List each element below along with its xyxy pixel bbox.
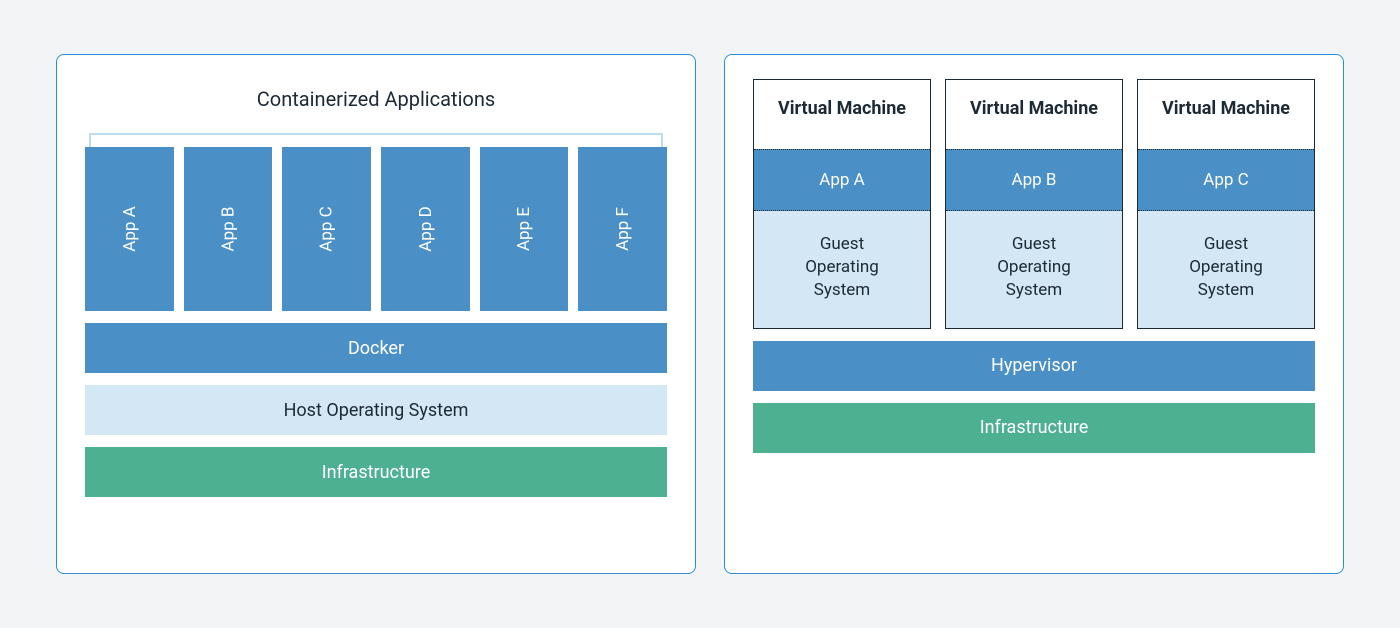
vm-title: Virtual Machine bbox=[754, 80, 930, 149]
vm-box: Virtual Machine App C GuestOperatingSyst… bbox=[1137, 79, 1315, 329]
infrastructure-layer: Infrastructure bbox=[85, 447, 667, 497]
container-app: App D bbox=[381, 147, 470, 311]
vm-diagram-panel: Virtual Machine App A GuestOperatingSyst… bbox=[724, 54, 1344, 574]
container-diagram-panel: Containerized Applications App A App B A… bbox=[56, 54, 696, 574]
host-os-layer: Host Operating System bbox=[85, 385, 667, 435]
vm-box: Virtual Machine App B GuestOperatingSyst… bbox=[945, 79, 1123, 329]
container-app: App F bbox=[578, 147, 667, 311]
container-title: Containerized Applications bbox=[85, 87, 667, 111]
container-app: App C bbox=[282, 147, 371, 311]
vm-row: Virtual Machine App A GuestOperatingSyst… bbox=[753, 79, 1315, 329]
vm-title: Virtual Machine bbox=[1138, 80, 1314, 149]
vm-app-layer: App B bbox=[946, 149, 1122, 211]
vm-app-layer: App A bbox=[754, 149, 930, 211]
container-apps-row: App A App B App C App D App E App F bbox=[85, 147, 667, 311]
container-app-bracket bbox=[89, 133, 663, 147]
container-app: App A bbox=[85, 147, 174, 311]
vm-guest-layer: GuestOperatingSystem bbox=[1138, 211, 1314, 328]
vm-title: Virtual Machine bbox=[946, 80, 1122, 149]
vm-guest-layer: GuestOperatingSystem bbox=[946, 211, 1122, 328]
vm-guest-layer: GuestOperatingSystem bbox=[754, 211, 930, 328]
container-app: App B bbox=[184, 147, 273, 311]
docker-layer: Docker bbox=[85, 323, 667, 373]
vm-app-layer: App C bbox=[1138, 149, 1314, 211]
hypervisor-layer: Hypervisor bbox=[753, 341, 1315, 391]
vm-box: Virtual Machine App A GuestOperatingSyst… bbox=[753, 79, 931, 329]
container-app: App E bbox=[480, 147, 569, 311]
infrastructure-layer: Infrastructure bbox=[753, 403, 1315, 453]
